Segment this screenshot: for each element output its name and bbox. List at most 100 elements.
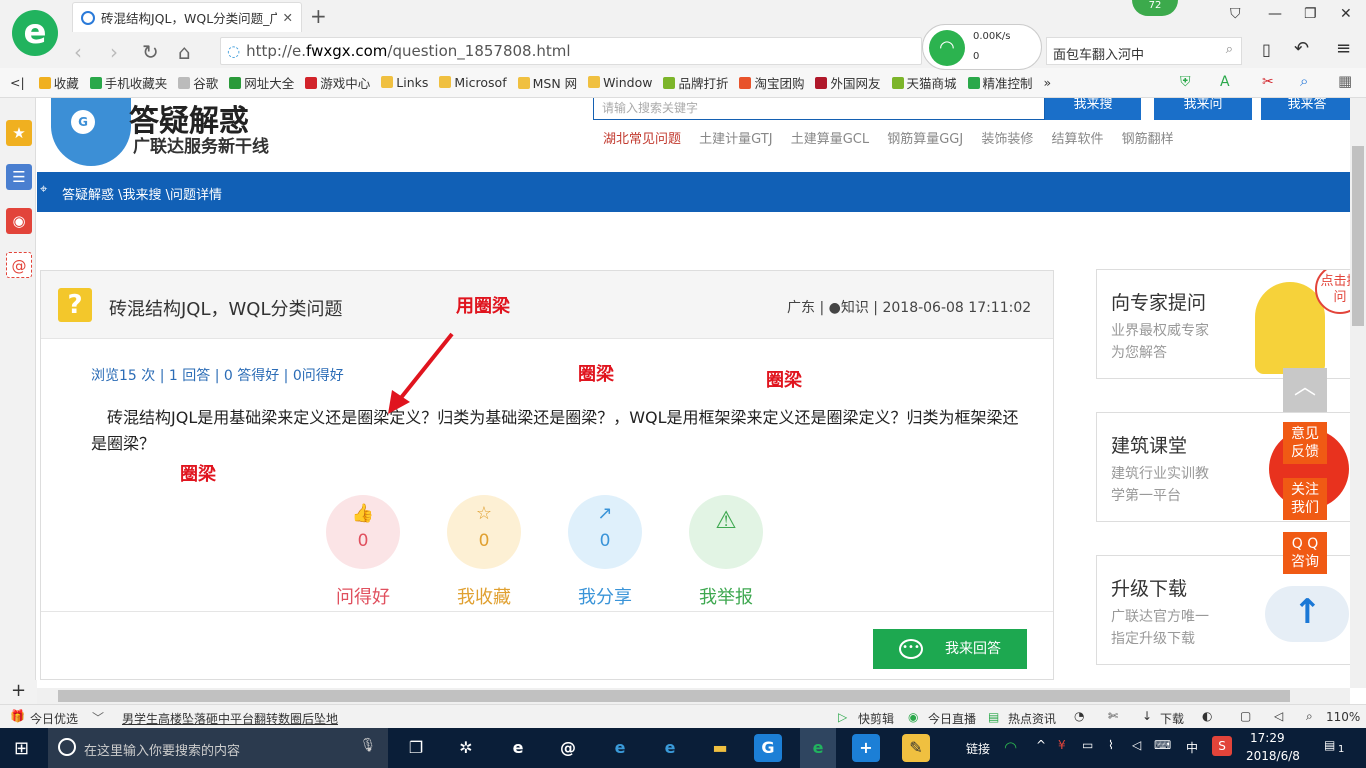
status-item[interactable]: 快剪辑 bbox=[858, 710, 894, 727]
tray-sogou-icon[interactable]: S bbox=[1212, 736, 1232, 756]
restore-button[interactable]: ❐ bbox=[1304, 6, 1317, 22]
answer-button[interactable]: ••• 我来回答 bbox=[873, 629, 1027, 669]
ask-button[interactable]: 我来问 bbox=[1154, 98, 1252, 120]
hot-link[interactable]: 钢筋算量GGJ bbox=[887, 132, 963, 147]
answer-top-button[interactable]: 我来答 bbox=[1261, 98, 1350, 120]
home-icon[interactable]: ⌂ bbox=[178, 40, 191, 64]
undo-icon[interactable]: ↶ bbox=[1294, 38, 1309, 59]
hot-link[interactable]: 土建算量GCL bbox=[791, 132, 869, 147]
edge-icon[interactable]: e bbox=[606, 734, 634, 762]
clock-time[interactable]: 17:29 bbox=[1250, 731, 1285, 745]
report-button[interactable]: ⚠ 我举报 bbox=[686, 495, 766, 609]
qq-consult-button[interactable]: Q Q咨询 bbox=[1283, 532, 1327, 574]
chevron-down-icon[interactable]: ﹀ bbox=[92, 709, 104, 726]
bookmark-6[interactable]: Microsof bbox=[439, 75, 507, 90]
breadcrumb[interactable]: 答疑解惑 \我来搜 \问题详情 bbox=[62, 188, 222, 203]
share-button[interactable]: ↗ 0 我分享 bbox=[565, 495, 645, 609]
zoom-level[interactable]: 110% bbox=[1326, 710, 1360, 724]
mail-icon[interactable]: @ bbox=[6, 252, 32, 278]
expert-card[interactable]: 向专家提问 业界最权威专家 为您解答 点击提问 bbox=[1096, 269, 1350, 379]
bookmarks-more-button[interactable]: » bbox=[1044, 75, 1052, 90]
reload-icon[interactable]: ↻ bbox=[142, 40, 159, 64]
tray-money-icon[interactable]: ¥ bbox=[1058, 738, 1066, 752]
vertical-scroll-thumb[interactable] bbox=[1352, 146, 1364, 326]
plus-app-icon[interactable]: + bbox=[852, 734, 880, 762]
tray-expand-icon[interactable]: ^ bbox=[1036, 738, 1046, 752]
action-center-icon[interactable]: ▤ bbox=[1324, 738, 1335, 752]
back-to-top-button[interactable]: ︿ bbox=[1283, 368, 1327, 412]
bookmark-2[interactable]: 谷歌 bbox=[178, 73, 218, 92]
glodon-app-icon[interactable]: G bbox=[754, 734, 782, 762]
zoom-icon[interactable]: ⌕ bbox=[1300, 72, 1308, 90]
url-field[interactable]: ◌ http://e. fwxgx.com/question_1857808.ht… bbox=[220, 37, 922, 65]
reading-list-icon[interactable]: ☰ bbox=[6, 164, 32, 190]
grid-icon[interactable]: ▦ bbox=[1338, 72, 1352, 90]
clean-icon[interactable]: ◐ bbox=[1202, 709, 1212, 723]
speed-icon[interactable]: ◔ bbox=[1074, 709, 1084, 723]
links-label[interactable]: 链接 bbox=[966, 740, 990, 757]
site-logo[interactable]: G 答疑解惑 广联达服务新干线 bbox=[37, 98, 307, 170]
microphone-icon[interactable]: 🎙 bbox=[359, 738, 376, 753]
bookmark-7[interactable]: MSN 网 bbox=[517, 73, 577, 92]
tools-icon[interactable]: ✄ bbox=[1108, 709, 1118, 723]
active-browser-icon[interactable]: e bbox=[800, 728, 836, 768]
news-headline[interactable]: 男学生高楼坠落砸中平台翻转数圈后坠地 bbox=[122, 710, 338, 727]
bookmark-5[interactable]: Links bbox=[381, 75, 428, 90]
bookmark-10[interactable]: 淘宝团购 bbox=[739, 73, 804, 92]
hot-link[interactable]: 结算软件 bbox=[1052, 132, 1104, 147]
bookmark-11[interactable]: 外国网友 bbox=[815, 73, 881, 92]
bookmark-12[interactable]: 天猫商城 bbox=[891, 73, 957, 92]
tray-network-icon[interactable]: ⌇ bbox=[1108, 738, 1114, 752]
zoom-small-icon[interactable]: ⌕ bbox=[1306, 709, 1313, 724]
tray-keyboard-icon[interactable]: ⌨ bbox=[1154, 738, 1171, 752]
pinwheel-app-icon[interactable]: ✲ bbox=[452, 734, 480, 762]
browser-search-input[interactable]: 面包车翻入河中 ⌕ bbox=[1046, 37, 1242, 65]
browser-tab[interactable]: 砖混结构JQL，WQL分类问题_广 ✕ bbox=[72, 2, 302, 32]
shield-icon[interactable]: ⛨ bbox=[1180, 74, 1191, 90]
tab-close-button[interactable]: ✕ bbox=[283, 10, 293, 25]
search-icon[interactable]: ⌕ bbox=[1226, 42, 1233, 57]
tray-wifi-icon[interactable]: ◠ bbox=[1004, 738, 1017, 756]
horizontal-scroll-thumb[interactable] bbox=[58, 690, 1290, 702]
weibo-icon[interactable]: ◉ bbox=[6, 208, 32, 234]
download-label[interactable]: 下载 bbox=[1160, 710, 1184, 727]
file-explorer-icon[interactable]: ▬ bbox=[706, 734, 734, 762]
hot-link[interactable]: 装饰装修 bbox=[981, 132, 1033, 147]
swirl-app-icon[interactable]: @ bbox=[554, 734, 582, 762]
add-sidebar-button[interactable]: + bbox=[0, 680, 37, 704]
windows-start-icon[interactable]: ⊞ bbox=[14, 738, 29, 759]
today-picks[interactable]: 今日优选 bbox=[30, 710, 78, 727]
status-item[interactable]: 热点资讯 bbox=[1008, 710, 1056, 727]
bookmark-0[interactable]: 收藏 bbox=[38, 73, 79, 92]
site-search-input[interactable]: 请输入搜索关键字 bbox=[593, 98, 1045, 120]
mute-icon[interactable]: ◁ bbox=[1274, 709, 1283, 723]
bookmark-8[interactable]: Window bbox=[588, 75, 652, 90]
new-tab-button[interactable]: + bbox=[310, 4, 327, 28]
ime-indicator[interactable]: 中 bbox=[1186, 739, 1198, 756]
network-widget[interactable]: ◠ 0.00K/s 0 bbox=[922, 24, 1042, 70]
taskbar-search[interactable]: 在这里输入你要搜索的内容 🎙 bbox=[48, 728, 388, 768]
sidebar-toggle-icon[interactable]: <| bbox=[10, 75, 25, 90]
skin-icon[interactable]: ⛉ bbox=[1230, 6, 1241, 22]
minimize-button[interactable]: — bbox=[1268, 6, 1282, 22]
status-item[interactable]: 今日直播 bbox=[928, 710, 976, 727]
like-button[interactable]: 👍 0 问得好 bbox=[323, 495, 403, 609]
meta-user[interactable]: 知识 bbox=[841, 300, 869, 316]
browser-e-app-icon[interactable]: e bbox=[504, 734, 532, 762]
notes-app-icon[interactable]: ✎ bbox=[902, 734, 930, 762]
tray-battery-icon[interactable]: ▭ bbox=[1082, 738, 1093, 752]
translate-icon[interactable]: A bbox=[1220, 74, 1230, 90]
clock-date[interactable]: 2018/6/8 bbox=[1246, 749, 1300, 763]
follow-us-button[interactable]: 关注我们 bbox=[1283, 478, 1327, 520]
mobile-icon[interactable]: ▯ bbox=[1262, 40, 1271, 59]
bookmark-3[interactable]: 网址大全 bbox=[229, 73, 294, 92]
meta-region[interactable]: 广东 bbox=[787, 300, 815, 316]
ie-icon[interactable]: e bbox=[656, 734, 684, 762]
tray-volume-icon[interactable]: ◁ bbox=[1132, 738, 1141, 752]
bookmark-9[interactable]: 品牌打折 bbox=[663, 73, 728, 92]
forward-icon[interactable]: › bbox=[110, 40, 118, 64]
scissors-icon[interactable]: ✂ bbox=[1262, 74, 1274, 90]
favorite-button[interactable]: ☆ 0 我收藏 bbox=[444, 495, 524, 609]
close-window-button[interactable]: ✕ bbox=[1340, 6, 1352, 22]
browser-logo-icon[interactable]: e bbox=[12, 10, 58, 56]
